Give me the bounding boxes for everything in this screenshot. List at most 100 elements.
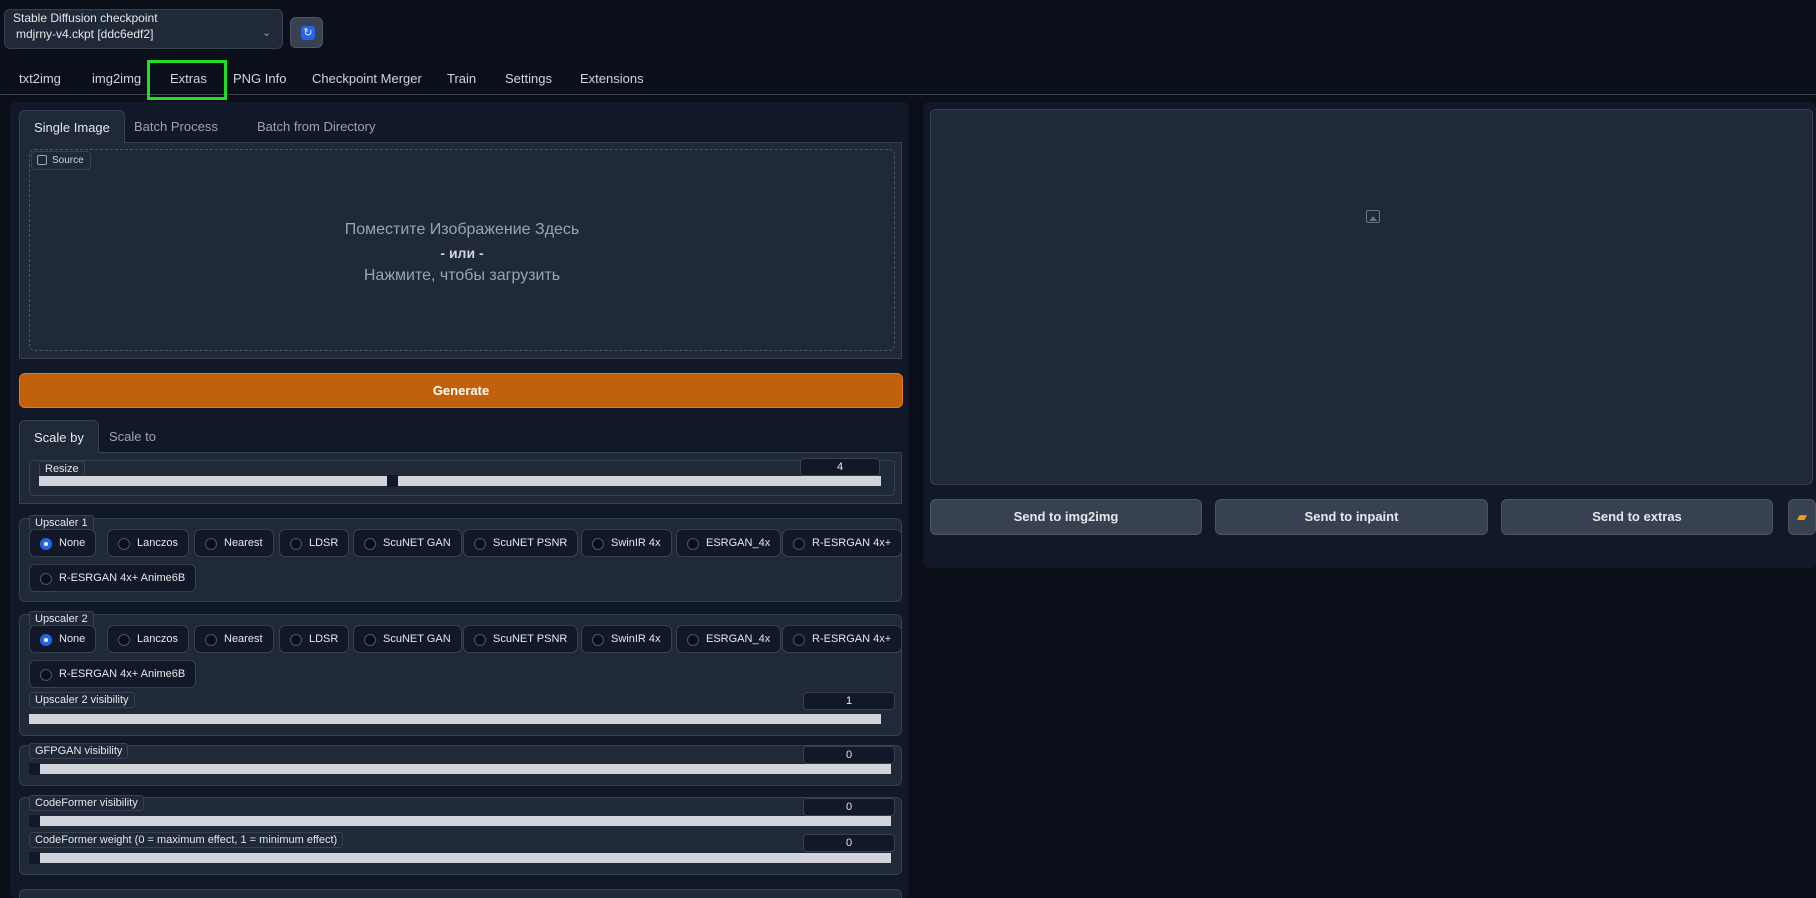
tab-scale-by[interactable]: Scale by bbox=[19, 420, 99, 453]
tab-checkpoint-merger[interactable]: Checkpoint Merger bbox=[312, 71, 422, 86]
radio-icon bbox=[474, 538, 486, 550]
upscaler1-option-scunet-gan[interactable]: ScuNET GAN bbox=[353, 529, 462, 557]
extras-subtabs: Single Image Batch Process Batch from Di… bbox=[19, 110, 902, 143]
upscaler1-group: Upscaler 1 None Lanczos Nearest LDSR Scu… bbox=[19, 515, 903, 602]
tab-train[interactable]: Train bbox=[447, 71, 476, 86]
radio-icon bbox=[118, 634, 130, 646]
upscaler2-option-lanczos[interactable]: Lanczos bbox=[107, 625, 189, 653]
subtab-batch-process[interactable]: Batch Process bbox=[120, 110, 232, 143]
radio-icon bbox=[364, 538, 376, 550]
upscaler2-option-none[interactable]: None bbox=[29, 625, 97, 653]
radio-icon bbox=[205, 634, 217, 646]
image-dropzone[interactable]: Source Поместите Изображение Здесь - или… bbox=[29, 149, 895, 351]
upscaler2-option-resrgan-anime[interactable]: R-ESRGAN 4x+ Anime6B bbox=[29, 660, 197, 688]
upscaler2-group: Upscaler 2 None Lanczos Nearest LDSR Scu… bbox=[19, 611, 903, 736]
upscaler2-option-resrgan[interactable]: R-ESRGAN 4x+ bbox=[782, 625, 903, 653]
tab-settings[interactable]: Settings bbox=[505, 71, 552, 86]
upscaler2-visibility-input[interactable]: 1 bbox=[803, 692, 895, 710]
radio-icon bbox=[687, 634, 699, 646]
source-image-panel: Source Поместите Изображение Здесь - или… bbox=[19, 143, 902, 359]
refresh-icon: ↻ bbox=[301, 26, 315, 40]
codeformer-weight-input[interactable]: 0 bbox=[803, 834, 895, 852]
tab-img2img[interactable]: img2img bbox=[92, 71, 141, 86]
drop-text-or: - или - bbox=[440, 245, 484, 261]
checkpoint-value: mdjrny-v4.ckpt [ddc6edf2] bbox=[16, 27, 154, 41]
radio-icon bbox=[205, 538, 217, 550]
upscaler2-visibility-label: Upscaler 2 visibility bbox=[29, 692, 135, 708]
send-to-inpaint-button[interactable]: Send to inpaint bbox=[1215, 499, 1488, 535]
image-icon bbox=[37, 155, 47, 165]
upscaler1-option-scunet-psnr[interactable]: ScuNET PSNR bbox=[463, 529, 579, 557]
upscaler1-option-nearest[interactable]: Nearest bbox=[194, 529, 274, 557]
resize-slider-thumb[interactable] bbox=[387, 475, 398, 487]
codeformer-visibility-thumb[interactable] bbox=[29, 815, 40, 827]
gfpgan-label: GFPGAN visibility bbox=[29, 743, 129, 759]
codeformer-weight-slider[interactable] bbox=[39, 853, 891, 863]
gfpgan-number-input[interactable]: 0 bbox=[803, 746, 895, 764]
source-label: Source bbox=[31, 151, 91, 170]
scale-tabs: Scale by Scale to bbox=[19, 420, 902, 453]
upscaler1-option-lanczos[interactable]: Lanczos bbox=[107, 529, 189, 557]
chevron-down-icon: ⌄ bbox=[262, 27, 272, 39]
radio-icon bbox=[290, 538, 302, 550]
codeformer-visibility-input[interactable]: 0 bbox=[803, 798, 895, 816]
radio-icon bbox=[290, 634, 302, 646]
send-to-extras-button[interactable]: Send to extras bbox=[1501, 499, 1773, 535]
scale-by-panel: Resize 4 bbox=[19, 453, 902, 504]
upscaler1-option-esrgan[interactable]: ESRGAN_4x bbox=[676, 529, 782, 557]
checkpoint-dropdown[interactable]: Stable Diffusion checkpoint mdjrny-v4.ck… bbox=[4, 9, 283, 49]
output-gallery[interactable] bbox=[930, 109, 1813, 485]
upscaler1-option-swinir[interactable]: SwinIR 4x bbox=[581, 529, 672, 557]
tab-png-info[interactable]: PNG Info bbox=[233, 71, 286, 86]
radio-icon bbox=[118, 538, 130, 550]
radio-icon bbox=[474, 634, 486, 646]
open-folder-button[interactable]: ▰ bbox=[1788, 499, 1816, 535]
generate-button[interactable]: Generate bbox=[19, 373, 903, 408]
upscaler2-option-esrgan[interactable]: ESRGAN_4x bbox=[676, 625, 782, 653]
codeformer-visibility-slider[interactable] bbox=[39, 816, 891, 826]
subtab-batch-from-directory[interactable]: Batch from Directory bbox=[243, 110, 389, 143]
checkpoint-label: Stable Diffusion checkpoint bbox=[9, 11, 162, 25]
folder-icon: ▰ bbox=[1797, 509, 1807, 524]
codeformer-visibility-label: CodeFormer visibility bbox=[29, 795, 144, 811]
upscaler2-option-nearest[interactable]: Nearest bbox=[194, 625, 274, 653]
tab-extensions[interactable]: Extensions bbox=[580, 71, 644, 86]
codeformer-weight-thumb[interactable] bbox=[29, 852, 40, 864]
image-icon bbox=[1366, 210, 1380, 223]
subtab-single-image[interactable]: Single Image bbox=[19, 110, 125, 143]
upscaler2-visibility-slider[interactable] bbox=[29, 714, 881, 724]
upscaler2-option-ldsr[interactable]: LDSR bbox=[279, 625, 350, 653]
radio-icon bbox=[793, 634, 805, 646]
active-tab-highlight bbox=[147, 60, 227, 100]
next-section-group bbox=[19, 889, 902, 898]
radio-icon bbox=[793, 538, 805, 550]
resize-number-input[interactable]: 4 bbox=[800, 458, 880, 476]
upscaler1-option-ldsr[interactable]: LDSR bbox=[279, 529, 350, 557]
radio-selected-icon bbox=[40, 634, 52, 646]
radio-icon bbox=[592, 538, 604, 550]
upscaler1-option-resrgan[interactable]: R-ESRGAN 4x+ bbox=[782, 529, 903, 557]
tab-txt2img[interactable]: txt2img bbox=[19, 71, 61, 86]
refresh-checkpoint-button[interactable]: ↻ bbox=[290, 17, 323, 48]
send-to-img2img-button[interactable]: Send to img2img bbox=[930, 499, 1202, 535]
upscaler2-option-scunet-psnr[interactable]: ScuNET PSNR bbox=[463, 625, 579, 653]
resize-slider[interactable] bbox=[39, 476, 881, 486]
main-tabs: txt2img img2img Extras PNG Info Checkpoi… bbox=[0, 63, 1816, 95]
codeformer-group: CodeFormer visibility 0 CodeFormer weigh… bbox=[19, 795, 902, 875]
radio-icon bbox=[40, 669, 52, 681]
upscaler1-option-none[interactable]: None bbox=[29, 529, 97, 557]
tab-scale-to[interactable]: Scale to bbox=[95, 420, 170, 453]
resize-slider-group: Resize 4 bbox=[29, 458, 895, 496]
radio-icon bbox=[40, 573, 52, 585]
gfpgan-slider-thumb[interactable] bbox=[29, 763, 40, 775]
upscaler2-option-swinir[interactable]: SwinIR 4x bbox=[581, 625, 672, 653]
resize-label: Resize bbox=[39, 461, 85, 477]
gfpgan-slider[interactable] bbox=[39, 764, 891, 774]
upscaler1-option-resrgan-anime[interactable]: R-ESRGAN 4x+ Anime6B bbox=[29, 564, 197, 592]
radio-icon bbox=[592, 634, 604, 646]
radio-selected-icon bbox=[40, 538, 52, 550]
drop-text-line3: Нажмите, чтобы загрузить bbox=[363, 267, 561, 284]
upscaler2-option-scunet-gan[interactable]: ScuNET GAN bbox=[353, 625, 462, 653]
codeformer-weight-label: CodeFormer weight (0 = maximum effect, 1… bbox=[29, 832, 344, 848]
radio-icon bbox=[687, 538, 699, 550]
